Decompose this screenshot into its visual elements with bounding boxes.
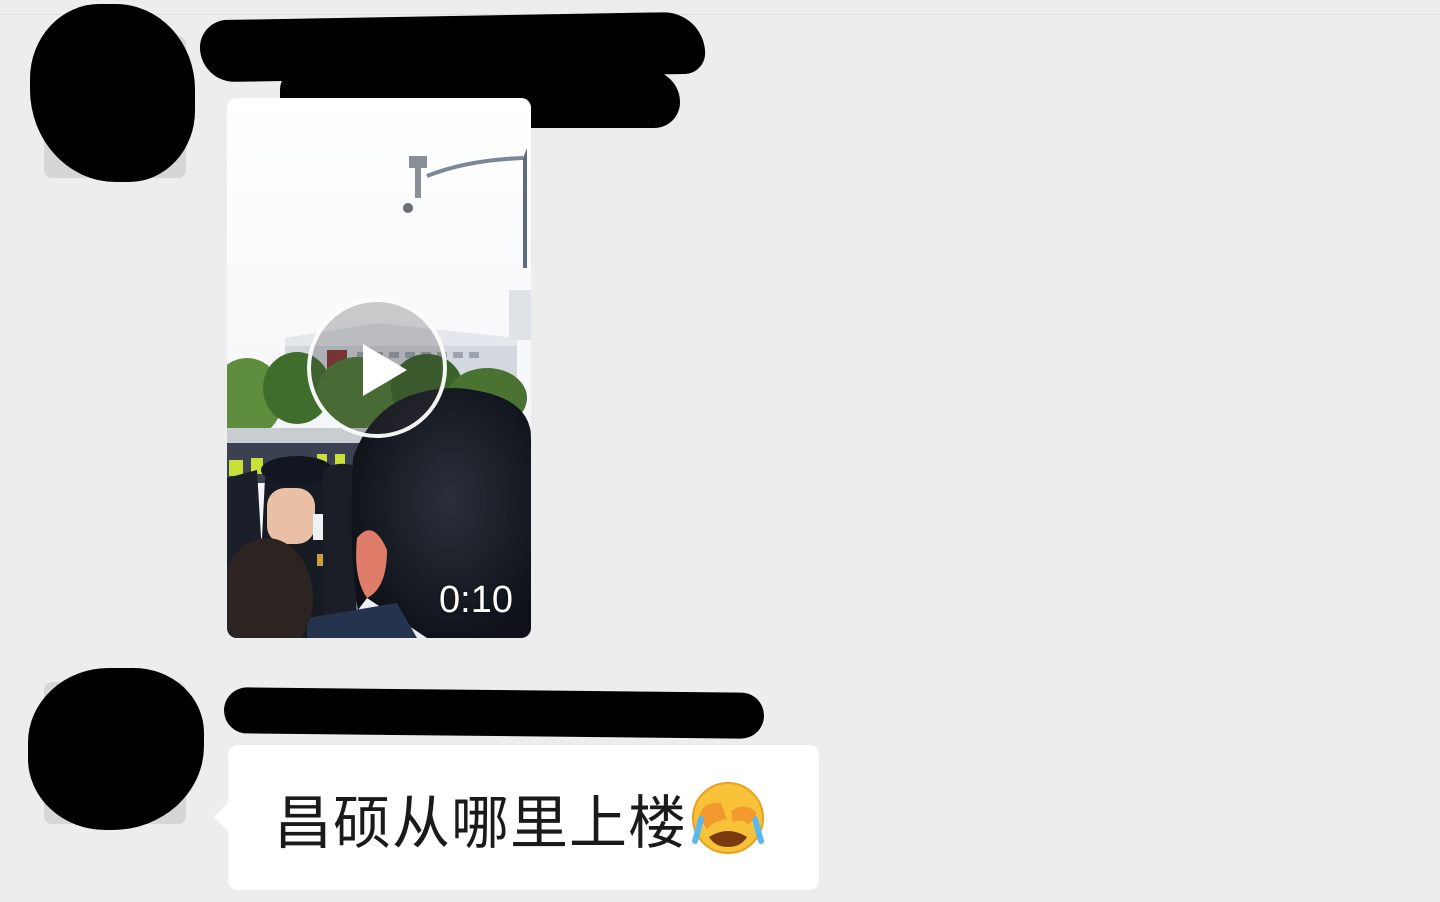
top-divider: [0, 14, 1440, 15]
video-duration: 0:10: [439, 579, 513, 621]
name-redaction: [223, 687, 765, 739]
text-message-bubble[interactable]: 昌硕从哪里上楼: [214, 745, 819, 890]
message-text: 昌硕从哪里上楼: [274, 788, 688, 857]
chat-screen: 0:10 @ 昌硕从哪里上楼: [0, 0, 1440, 902]
avatar-redaction: [30, 4, 195, 182]
play-button[interactable]: [307, 298, 447, 438]
video-message[interactable]: 0:10: [227, 98, 531, 638]
face-with-hand-over-eyes-crying-icon: [692, 781, 765, 854]
play-icon: [363, 344, 407, 396]
